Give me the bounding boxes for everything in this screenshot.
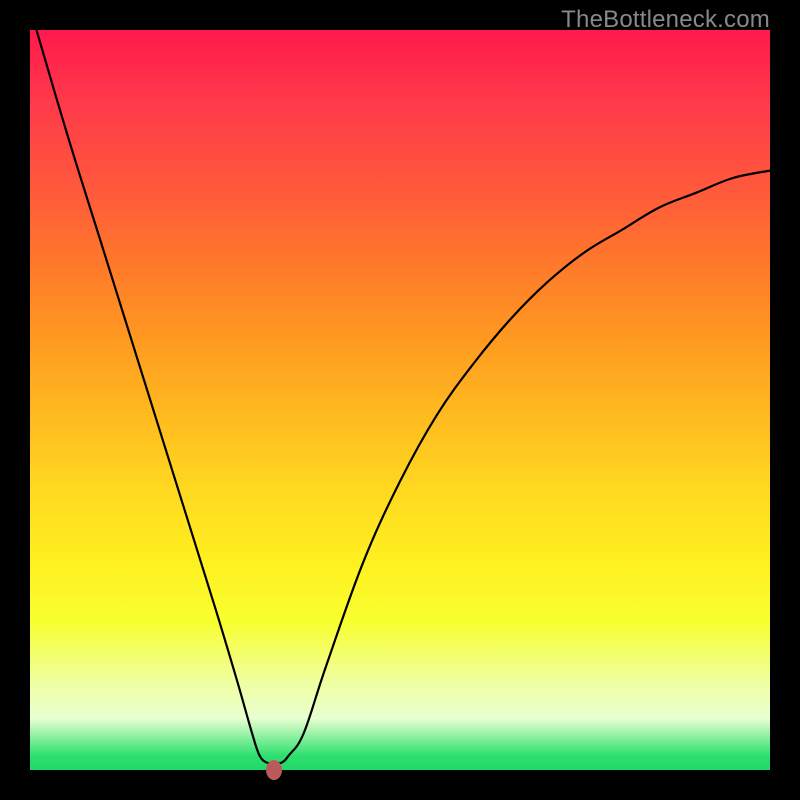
- bottleneck-curve: [30, 30, 770, 770]
- plot-area: [30, 30, 770, 770]
- min-point-marker: [266, 760, 282, 780]
- watermark-text: TheBottleneck.com: [561, 6, 770, 34]
- chart-frame: TheBottleneck.com: [0, 0, 800, 800]
